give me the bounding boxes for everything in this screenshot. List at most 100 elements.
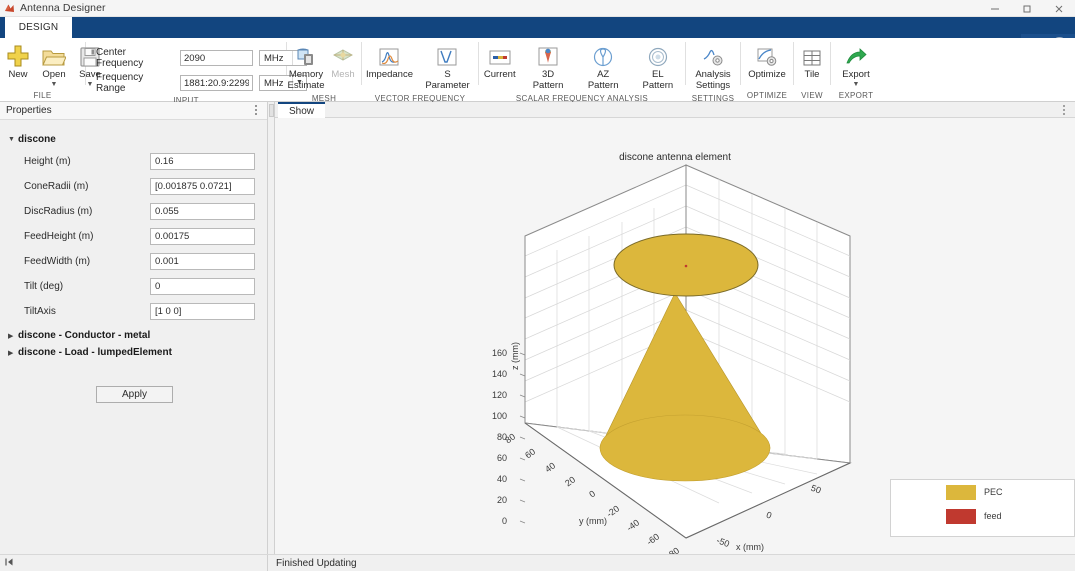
- s-parameter-icon: [436, 42, 458, 68]
- properties-body: ▼ discone Height (m) ConeRadii (m) DiscR…: [0, 120, 267, 554]
- chevron-right-icon[interactable]: ▶: [8, 349, 18, 357]
- legend-item-feed: feed: [891, 504, 1074, 528]
- property-input-height[interactable]: [150, 153, 255, 170]
- tree-root-discone[interactable]: ▼ discone: [0, 130, 267, 149]
- open-caret-icon[interactable]: ▼: [51, 82, 58, 88]
- y-tick-m60: -60: [645, 531, 661, 547]
- center-frequency-label: Center Frequency: [96, 47, 174, 69]
- y-tick-0: 0: [587, 488, 597, 499]
- window-title: Antenna Designer: [18, 2, 106, 14]
- center-frequency-row: Center Frequency MHz ▼: [96, 47, 307, 69]
- apply-button[interactable]: Apply: [96, 386, 173, 403]
- tree-root-label: discone: [18, 134, 56, 145]
- export-button[interactable]: Export ▼: [837, 41, 874, 89]
- analysis-settings-label: Analysis Settings: [695, 70, 730, 91]
- group-label-optimize: OPTIMIZE: [741, 89, 793, 102]
- properties-panel: Properties ▼ discone Height (m) ConeRadi…: [0, 102, 268, 554]
- property-input-feedheight[interactable]: [150, 228, 255, 245]
- az-pattern-button[interactable]: AZ Pattern: [576, 41, 631, 92]
- mesh-button[interactable]: Mesh: [325, 41, 361, 82]
- chart-legend[interactable]: PEC feed: [890, 479, 1075, 537]
- x-tick-m50: -50: [715, 535, 731, 549]
- maximize-button[interactable]: [1011, 0, 1043, 17]
- center-frequency-input[interactable]: [180, 50, 253, 66]
- s-parameter-label: S Parameter: [422, 70, 473, 91]
- tile-button[interactable]: Tile: [794, 41, 830, 82]
- az-pattern-icon: [592, 42, 614, 68]
- impedance-button[interactable]: Impedance: [362, 41, 417, 82]
- property-row-discradius: DiscRadius (m): [0, 199, 267, 224]
- ribbon-group-export: Export ▼ EXPORT: [831, 38, 881, 102]
- s-parameter-button[interactable]: S Parameter: [417, 41, 478, 92]
- export-caret-icon[interactable]: ▼: [853, 82, 860, 88]
- ribbon-group-mesh: Memory Estimate Mesh MESH: [287, 38, 361, 102]
- open-folder-icon: [42, 42, 66, 68]
- current-icon: [488, 42, 512, 68]
- property-row-height: Height (m): [0, 149, 267, 174]
- open-label: Open: [42, 70, 65, 81]
- current-button[interactable]: Current: [479, 41, 520, 82]
- property-row-tiltaxis: TiltAxis: [0, 299, 267, 324]
- ribbon-group-view: Tile VIEW: [794, 38, 830, 102]
- analysis-settings-button[interactable]: Analysis Settings: [690, 41, 735, 92]
- input-fields: Center Frequency MHz ▼ Frequency Range M…: [86, 41, 315, 94]
- panel-splitter[interactable]: [268, 102, 275, 554]
- tree-section-conductor[interactable]: ▶ discone - Conductor - metal: [0, 324, 267, 345]
- new-label: New: [8, 70, 27, 81]
- plot-area[interactable]: discone antenna element: [275, 118, 1075, 554]
- status-left-region: [0, 555, 268, 571]
- close-button[interactable]: [1043, 0, 1075, 17]
- properties-menu-icon[interactable]: [251, 104, 261, 117]
- tab-show[interactable]: Show: [278, 102, 325, 118]
- z-tick-20: 20: [497, 495, 507, 505]
- chevron-right-icon[interactable]: ▶: [8, 332, 18, 340]
- z-tick-0: 0: [502, 516, 507, 526]
- property-input-coneradii[interactable]: [150, 178, 255, 195]
- property-input-tiltaxis[interactable]: [150, 303, 255, 320]
- frequency-range-row: Frequency Range MHz ▼: [96, 72, 307, 94]
- plot-menu-icon[interactable]: [1059, 104, 1069, 117]
- frequency-range-input[interactable]: [180, 75, 253, 91]
- 3d-pattern-button[interactable]: 3D Pattern: [520, 41, 575, 92]
- legend-swatch-feed: [946, 509, 976, 524]
- new-button[interactable]: New: [0, 41, 36, 82]
- memory-estimate-button[interactable]: Memory Estimate: [287, 41, 325, 92]
- property-row-coneradii: ConeRadii (m): [0, 174, 267, 199]
- property-label-height: Height (m): [24, 156, 150, 167]
- minimize-button[interactable]: [979, 0, 1011, 17]
- z-ticks: [520, 353, 525, 523]
- y-tick-60: 60: [523, 446, 537, 460]
- impedance-label: Impedance: [366, 70, 413, 81]
- property-row-feedheight: FeedHeight (m): [0, 224, 267, 249]
- title-bar: Antenna Designer: [0, 0, 1075, 17]
- plot-tab-bar: Show: [275, 102, 1075, 118]
- legend-label-feed: feed: [984, 511, 1002, 521]
- open-button[interactable]: Open ▼: [36, 41, 72, 89]
- optimize-label: Optimize: [748, 70, 785, 81]
- collapse-left-icon[interactable]: [4, 557, 14, 569]
- analysis-settings-icon: [702, 42, 724, 68]
- el-pattern-button[interactable]: EL Pattern: [631, 41, 685, 92]
- property-input-tilt[interactable]: [150, 278, 255, 295]
- property-row-tilt: Tilt (deg): [0, 274, 267, 299]
- chevron-down-icon[interactable]: ▼: [8, 136, 18, 143]
- z-tick-100: 100: [492, 411, 507, 421]
- tab-design[interactable]: DESIGN: [5, 17, 72, 38]
- optimize-button[interactable]: Optimize: [743, 41, 790, 82]
- property-input-feedwidth[interactable]: [150, 253, 255, 270]
- plot-panel: Show discone antenna element: [275, 102, 1075, 554]
- property-input-discradius[interactable]: [150, 203, 255, 220]
- tree-section-load-label: discone - Load - lumpedElement: [18, 347, 172, 358]
- z-tick-60: 60: [497, 453, 507, 463]
- mesh-icon: [332, 42, 354, 68]
- properties-title: Properties: [6, 105, 251, 116]
- ribbon-group-file: New Open ▼: [0, 38, 85, 102]
- tree-section-load[interactable]: ▶ discone - Load - lumpedElement: [0, 345, 267, 362]
- splitter-grip[interactable]: [269, 104, 274, 117]
- property-label-coneradii: ConeRadii (m): [24, 181, 150, 192]
- x-axis-label: x (mm): [736, 542, 764, 552]
- 3d-pattern-icon: [537, 42, 559, 68]
- ribbon-group-optimize: Optimize OPTIMIZE: [741, 38, 793, 102]
- window-controls: [979, 0, 1075, 17]
- z-tick-160: 160: [492, 348, 507, 358]
